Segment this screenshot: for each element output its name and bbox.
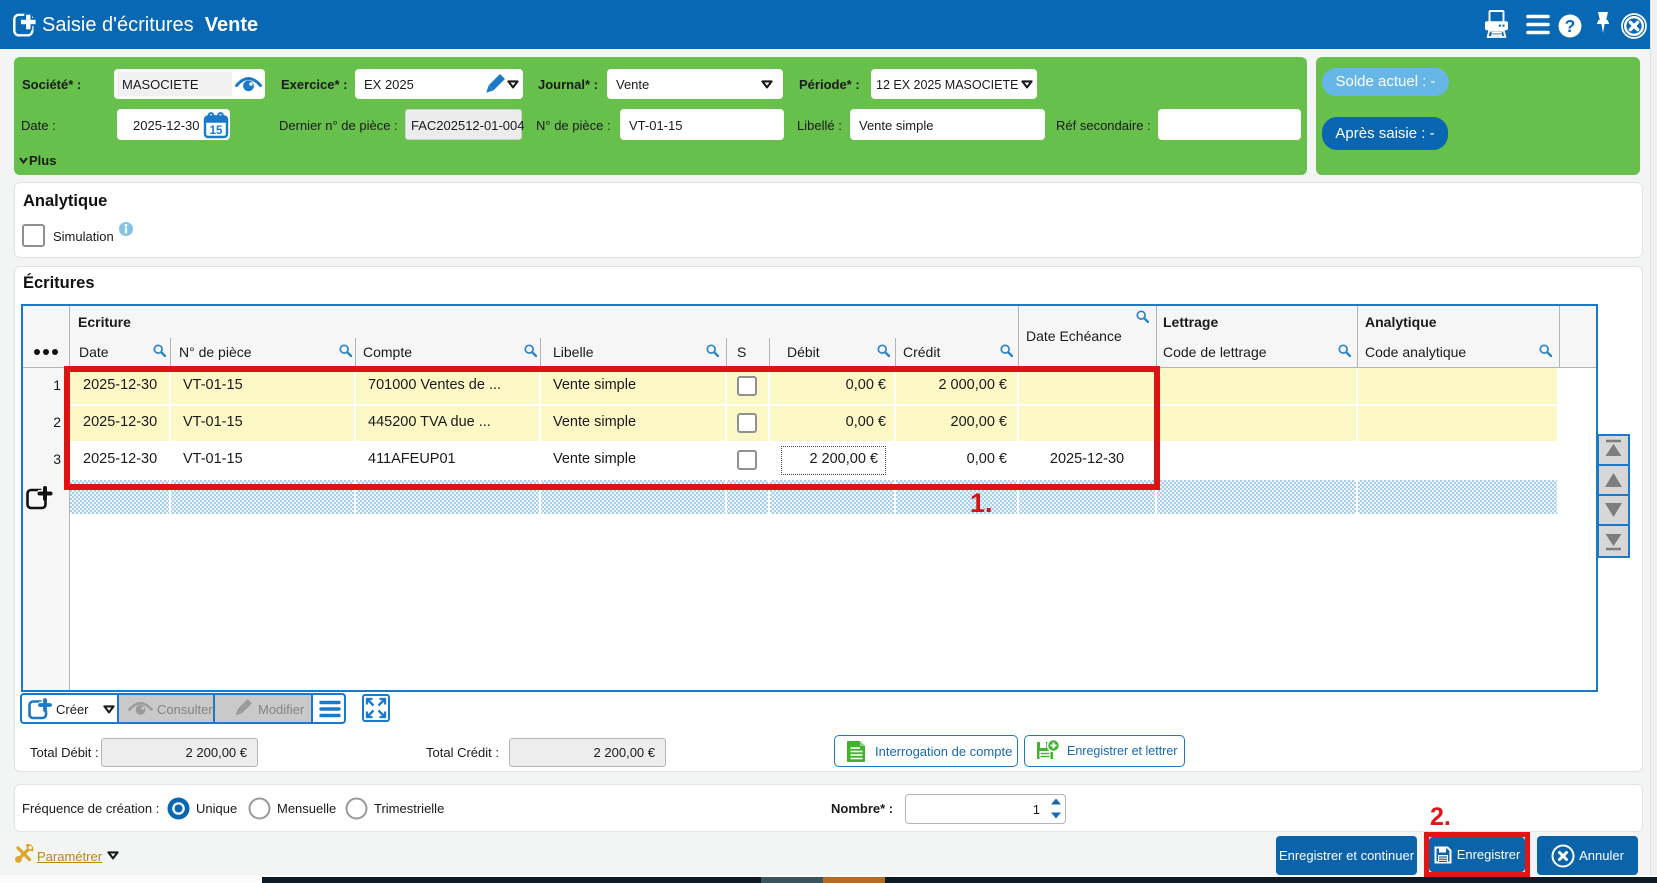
svg-text:?: ? <box>1565 16 1576 36</box>
svg-text:15: 15 <box>210 125 223 137</box>
